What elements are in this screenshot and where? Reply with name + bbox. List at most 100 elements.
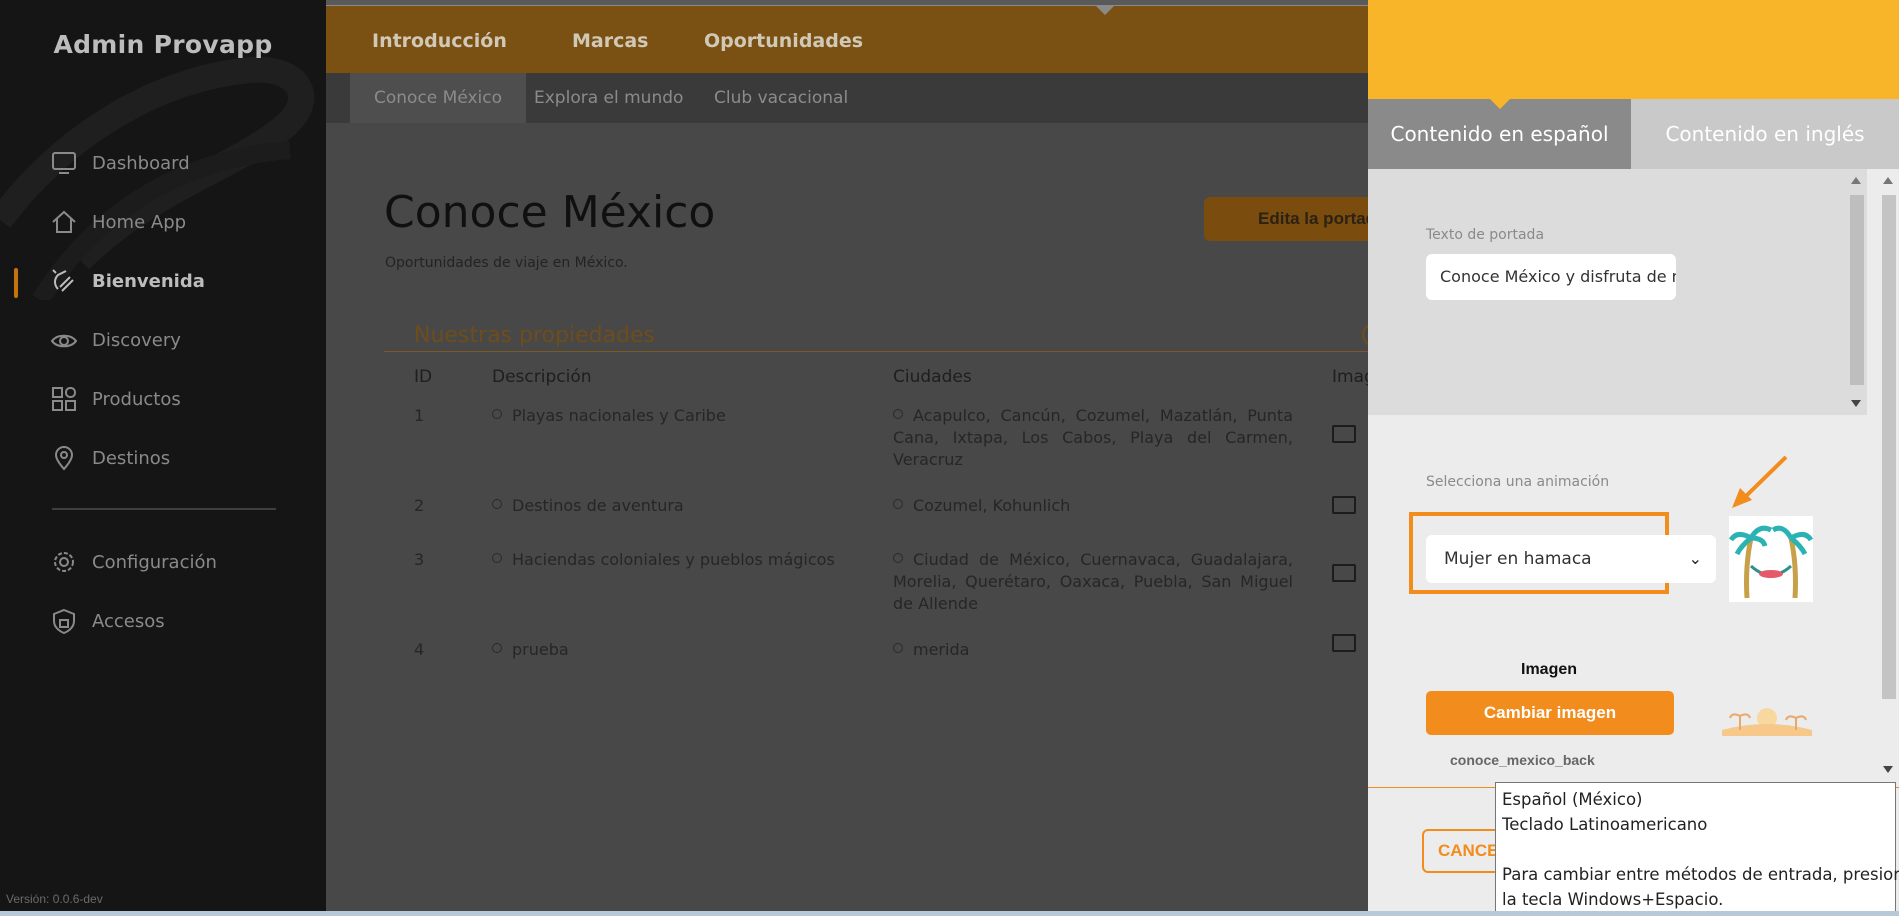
bullet-icon: [893, 409, 903, 419]
change-image-button[interactable]: Cambiar imagen: [1426, 691, 1674, 735]
scroll-thumb[interactable]: [1850, 195, 1864, 385]
section-title: Nuestras propiedades: [414, 323, 656, 348]
shield-lock-icon: [53, 608, 75, 635]
bullet-icon: [492, 409, 502, 419]
subtab-club-vacacional[interactable]: Club vacacional: [714, 73, 848, 123]
panel-scrollbar[interactable]: [1877, 169, 1899, 781]
table-cell-cities: Cozumel, Kohunlich: [893, 495, 1293, 517]
active-tab-notch: [1490, 99, 1510, 109]
column-header-ciudades: Ciudades: [893, 367, 972, 387]
sidebar-item-label: Productos: [92, 388, 181, 410]
tab-contenido-ingles[interactable]: Contenido en inglés: [1631, 99, 1899, 169]
sidebar-item-home-app[interactable]: Home App: [50, 204, 186, 240]
cover-image-thumbnail: [1722, 708, 1812, 736]
tooltip-line: Teclado Latinoamericano: [1502, 815, 1708, 834]
image-icon[interactable]: [1332, 425, 1356, 443]
table-cell-description: Destinos de aventura: [492, 495, 684, 517]
table-cell-description: Playas nacionales y Caribe: [492, 405, 726, 427]
image-file-name: conoce_mexico_back: [1450, 752, 1595, 768]
scroll-thumb[interactable]: [1882, 195, 1896, 699]
sidebar-item-dashboard[interactable]: Dashboard: [50, 145, 190, 181]
tooltip-line: Español (México): [1502, 790, 1643, 809]
tab-oportunidades[interactable]: Oportunidades: [704, 30, 863, 52]
description-text: Playas nacionales y Caribe: [512, 406, 726, 425]
hammock-animation-preview: [1729, 516, 1813, 602]
subtab-conoce-mexico[interactable]: Conoce México: [350, 73, 527, 123]
app-version: Versión: 0.0.6-dev: [6, 892, 103, 906]
sidebar-divider: [52, 508, 276, 510]
home-icon: [52, 210, 76, 233]
cities-text: Acapulco, Cancún, Cozumel, Mazatlán, Pun…: [893, 406, 1293, 469]
eye-icon: [50, 334, 78, 348]
sidebar-item-label: Accesos: [92, 610, 165, 632]
main-content: Conoce México Oportunidades de viaje en …: [326, 123, 1404, 916]
active-indicator: [14, 268, 18, 298]
sidebar-item-configuracion[interactable]: Configuración: [50, 544, 217, 580]
animation-select[interactable]: Mujer en hamaca ⌄: [1426, 535, 1716, 583]
table-cell-description: prueba: [492, 639, 569, 661]
panel-header: [1368, 0, 1899, 99]
cover-text-section: Texto de portada Conoce México y disfrut…: [1368, 169, 1845, 415]
table-cell-cities: merida: [893, 639, 1293, 661]
image-icon[interactable]: [1332, 634, 1356, 652]
tooltip-line: Para cambiar entre métodos de entrada, p…: [1502, 865, 1899, 884]
sidebar-item-label: Dashboard: [92, 152, 190, 174]
scroll-up-icon[interactable]: [1851, 177, 1861, 184]
subtab-explora-el-mundo[interactable]: Explora el mundo: [534, 73, 683, 123]
sidebar-item-label: Destinos: [92, 447, 171, 469]
page-subtitle: Oportunidades de viaje en México.: [385, 255, 628, 271]
inner-scrollbar[interactable]: [1845, 169, 1867, 415]
sidebar-item-discovery[interactable]: Discovery: [50, 322, 181, 358]
bullet-icon: [893, 553, 903, 563]
scroll-up-icon[interactable]: [1883, 177, 1893, 184]
animation-selected-value: Mujer en hamaca: [1444, 549, 1592, 569]
taskbar-strip: [0, 911, 1899, 916]
active-tab-notch: [1096, 6, 1114, 15]
animation-label: Selecciona una animación: [1426, 474, 1610, 490]
sidebar-item-label: Configuración: [92, 551, 217, 573]
image-section-title: Imagen: [1521, 661, 1578, 678]
tab-introduccion[interactable]: Introducción: [372, 30, 507, 52]
panel-tabs: Contenido en español Contenido en inglés: [1368, 99, 1899, 169]
monitor-icon: [52, 152, 76, 174]
cover-text-input[interactable]: Conoce México y disfruta de n: [1426, 254, 1676, 300]
scroll-down-icon[interactable]: [1883, 766, 1893, 773]
table-cell-id: 2: [414, 496, 425, 515]
grid-icon: [52, 387, 76, 411]
bullet-icon: [492, 643, 502, 653]
cities-text: merida: [913, 640, 970, 659]
table-cell-id: 4: [414, 640, 425, 659]
sidebar-item-bienvenida[interactable]: Bienvenida: [50, 263, 205, 299]
image-icon[interactable]: [1332, 564, 1356, 582]
tab-marcas[interactable]: Marcas: [572, 30, 649, 52]
table-cell-id: 1: [414, 406, 425, 425]
page-title: Conoce México: [384, 187, 716, 238]
cities-text: Ciudad de México, Cuernavaca, Guadalajar…: [893, 550, 1293, 613]
sidebar-item-label: Home App: [92, 211, 187, 233]
sidebar: Admin Provapp Dashboard Home App Bienven…: [0, 0, 327, 916]
sidebar-item-destinos[interactable]: Destinos: [50, 440, 170, 476]
table-cell-description: Haciendas coloniales y pueblos mágicos: [492, 549, 835, 571]
tooltip-line: la tecla Windows+Espacio.: [1502, 890, 1724, 909]
image-icon[interactable]: [1332, 496, 1356, 514]
cover-text-label: Texto de portada: [1426, 227, 1545, 243]
table-cell-cities: Acapulco, Cancún, Cozumel, Mazatlán, Pun…: [893, 405, 1293, 471]
description-text: prueba: [512, 640, 569, 659]
bullet-icon: [893, 499, 903, 509]
column-header-descripcion: Descripción: [492, 367, 592, 387]
sidebar-item-label: Discovery: [92, 329, 181, 351]
sidebar-item-accesos[interactable]: Accesos: [50, 603, 165, 639]
scroll-down-icon[interactable]: [1851, 400, 1861, 407]
gear-icon: [54, 552, 74, 572]
bullet-icon: [492, 499, 502, 509]
table-cell-cities: Ciudad de México, Cuernavaca, Guadalajar…: [893, 549, 1293, 615]
app-title: Admin Provapp: [53, 30, 273, 59]
annotation-arrow-icon: [1732, 455, 1788, 508]
input-method-tooltip: Español (México) Teclado Latinoamericano…: [1495, 782, 1899, 912]
chevron-down-icon: ⌄: [1688, 549, 1702, 568]
top-navigation: Introducción Marcas Oportunidades: [326, 5, 1368, 74]
tab-contenido-espanol[interactable]: Contenido en español: [1368, 99, 1631, 169]
bullet-icon: [893, 643, 903, 653]
sidebar-item-productos[interactable]: Productos: [50, 381, 181, 417]
column-header-id: ID: [414, 367, 433, 387]
